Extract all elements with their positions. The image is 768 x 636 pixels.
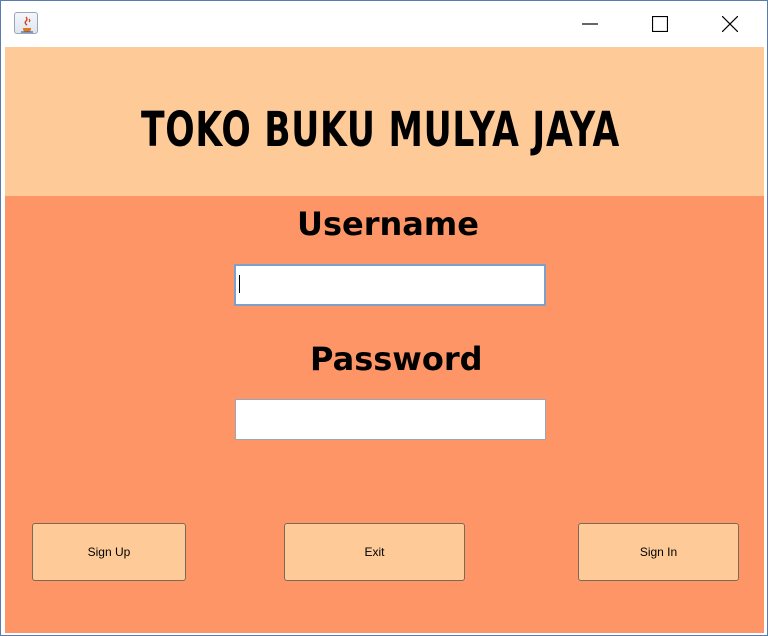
maximize-button[interactable] — [637, 1, 683, 47]
exit-button[interactable]: Exit — [284, 523, 465, 581]
username-input[interactable] — [234, 264, 546, 306]
sign-up-button[interactable]: Sign Up — [32, 523, 186, 581]
password-label: Password — [310, 340, 483, 378]
java-coffee-icon[interactable] — [14, 12, 38, 34]
store-title: TOKO BUKU MULYA JAYA — [141, 102, 621, 158]
title-bar[interactable] — [1, 1, 767, 47]
sign-in-button[interactable]: Sign In — [578, 523, 739, 581]
app-window: TOKO BUKU MULYA JAYA Username Password S… — [0, 0, 768, 636]
close-icon — [722, 16, 738, 32]
username-label: Username — [297, 205, 479, 243]
minimize-button[interactable] — [567, 1, 613, 47]
minimize-icon — [582, 23, 598, 25]
maximize-icon — [652, 16, 668, 32]
close-button[interactable] — [707, 1, 753, 47]
text-caret — [239, 275, 240, 293]
password-input[interactable] — [235, 399, 546, 440]
